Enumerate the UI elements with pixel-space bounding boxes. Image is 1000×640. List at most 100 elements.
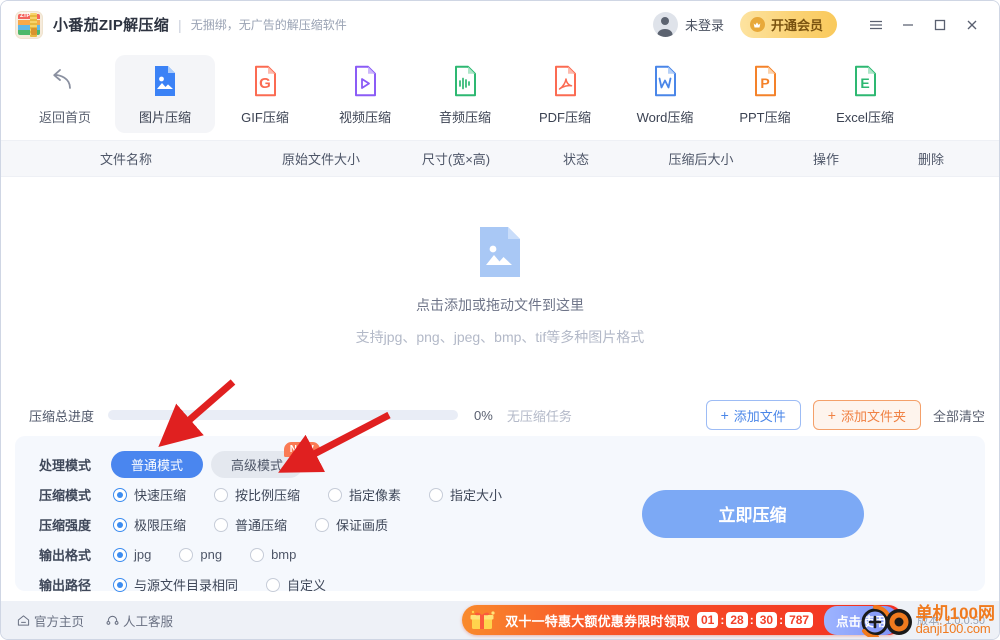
promo-text: 双十一特惠大额优惠券限时领取 (505, 613, 690, 629)
toolbar-label: GIF压缩 (241, 109, 289, 125)
toolbar-item-excel-compress[interactable]: E Excel压缩 (815, 55, 915, 133)
radio-dot (266, 577, 281, 592)
file-table-header: 文件名称 原始文件大小 尺寸(宽×高) 状态 压缩后大小 操作 删除 (1, 141, 999, 177)
progress-status: 无压缩任务 (506, 408, 572, 424)
column-header-operation: 操作 (812, 152, 839, 167)
window-controls (861, 11, 987, 39)
radio-dot (214, 517, 229, 532)
toolbar-item-back-home[interactable]: 返回首页 (15, 55, 115, 133)
setting-label: 压缩模式 (39, 488, 92, 503)
maximize-icon[interactable] (925, 11, 955, 39)
setting-row-output-format: 输出格式 jpg png bmp (39, 540, 520, 569)
option-label: 指定大小 (450, 488, 503, 503)
setting-label: 处理模式 (39, 458, 92, 473)
version-label: 版本: 1.0.0.50 (917, 615, 985, 627)
radio-dot (250, 547, 265, 562)
promo-use-button[interactable]: 点击使用 (824, 605, 899, 635)
radio-dot (113, 577, 127, 592)
output-format-option-png[interactable]: png (179, 547, 222, 562)
compression-mode-option-fast[interactable]: 快速压缩 (113, 485, 186, 504)
countdown-millis: 787 (785, 612, 814, 628)
plus-icon: + (827, 407, 836, 423)
radio-dot (315, 517, 330, 532)
strength-option-quality[interactable]: 保证画质 (315, 515, 388, 534)
minimize-icon[interactable] (893, 11, 923, 39)
toolbar-item-word-compress[interactable]: Word压缩 (615, 55, 715, 133)
toolbar-label: 图片压缩 (138, 109, 191, 125)
menu-icon[interactable] (861, 11, 891, 39)
column-header-filename: 文件名称 (99, 152, 152, 167)
toolbar-item-audio-compress[interactable]: 音频压缩 (415, 55, 515, 133)
dropzone-secondary-text: 支持jpg、png、jpeg、bmp、tif等多种图片格式 (355, 328, 645, 345)
setting-label: 输出格式 (39, 548, 92, 563)
option-label: png (200, 547, 223, 562)
settings-section: 处理模式 普通模式 高级模式 NEW 压缩模式 快速压缩 按比例压缩 指定像素 … (1, 436, 999, 601)
option-label: 自定义 (287, 578, 327, 593)
countdown-separator: : (720, 613, 725, 627)
column-header-delete: 删除 (917, 152, 944, 167)
output-format-option-bmp[interactable]: bmp (250, 547, 296, 562)
option-label: 快速压缩 (134, 488, 187, 503)
processing-mode-advanced-button[interactable]: 高级模式 NEW (211, 442, 321, 478)
svg-text:E: E (860, 75, 869, 91)
toolbar-label: Excel压缩 (836, 109, 894, 125)
compression-mode-option-size[interactable]: 指定大小 (429, 485, 502, 504)
ppt-file-icon: P (747, 63, 783, 99)
close-icon[interactable] (957, 11, 987, 39)
option-label: 指定像素 (349, 488, 402, 503)
option-label: 极限压缩 (134, 518, 187, 533)
add-file-button[interactable]: + 添加文件 (705, 400, 801, 430)
home-icon (17, 614, 30, 627)
toolbar-item-video-compress[interactable]: 视频压缩 (315, 55, 415, 133)
gift-icon (468, 608, 498, 632)
title-divider: | (178, 16, 182, 33)
radio-dot (113, 517, 127, 532)
option-label: 普通压缩 (235, 518, 288, 533)
compression-mode-option-ratio[interactable]: 按比例压缩 (214, 485, 300, 504)
back-arrow-icon (48, 63, 82, 99)
compression-mode-option-pixels[interactable]: 指定像素 (328, 485, 401, 504)
title-bar: ZIP 小番茄ZIP解压缩 | 无捆绑，无广告的解压缩软件 未登录 开通会员 (1, 1, 999, 48)
plus-icon: + (720, 407, 729, 423)
progress-bar (108, 410, 459, 420)
countdown-seconds: 30 (755, 612, 778, 628)
settings-options: 处理模式 普通模式 高级模式 NEW 压缩模式 快速压缩 按比例压缩 指定像素 … (15, 442, 520, 594)
toolbar-item-pdf-compress[interactable]: PDF压缩 (515, 55, 615, 133)
strength-option-normal[interactable]: 普通压缩 (214, 515, 287, 534)
radio-dot (214, 487, 229, 502)
human-support-label: 人工客服 (123, 614, 174, 629)
toolbar-item-ppt-compress[interactable]: P PPT压缩 (715, 55, 815, 133)
output-format-option-jpg[interactable]: jpg (113, 547, 151, 562)
radio-dot (113, 547, 127, 562)
radio-dot (328, 487, 343, 502)
add-folder-button[interactable]: + 添加文件夹 (812, 400, 921, 430)
output-path-option-same[interactable]: 与源文件目录相同 (113, 575, 238, 594)
processing-mode-normal-button[interactable]: 普通模式 (111, 451, 204, 478)
countdown-separator: : (749, 613, 754, 627)
setting-label: 压缩强度 (39, 518, 92, 533)
official-homepage-link[interactable]: 官方主页 (17, 611, 84, 630)
countdown-separator: : (779, 613, 784, 627)
column-header-dimensions: 尺寸(宽×高) (421, 152, 491, 167)
radio-dot (429, 487, 444, 502)
headset-icon (106, 614, 119, 627)
human-support-link[interactable]: 人工客服 (106, 611, 173, 630)
open-vip-button[interactable]: 开通会员 (739, 11, 837, 38)
app-logo-icon: ZIP (15, 10, 43, 39)
strength-option-extreme[interactable]: 极限压缩 (113, 515, 186, 534)
clear-all-button[interactable]: 全部清空 (933, 406, 985, 425)
app-title: 小番茄ZIP解压缩 (53, 17, 170, 34)
audio-file-icon (447, 63, 483, 99)
setting-row-compression-strength: 压缩强度 极限压缩 普通压缩 保证画质 (39, 510, 520, 539)
account-login-button[interactable]: 未登录 (652, 12, 724, 37)
file-dropzone[interactable]: 点击添加或拖动文件到这里 支持jpg、png、jpeg、bmp、tif等多种图片… (1, 177, 999, 394)
promo-banner[interactable]: 双十一特惠大额优惠券限时领取 01 : 28 : 30 : 787 点击使用 (462, 605, 904, 635)
dropzone-primary-text: 点击添加或拖动文件到这里 (416, 296, 584, 313)
output-path-option-custom[interactable]: 自定义 (266, 575, 326, 594)
word-file-icon (647, 63, 683, 99)
compress-now-button[interactable]: 立即压缩 (641, 489, 864, 538)
toolbar-item-gif-compress[interactable]: G GIF压缩 (215, 55, 315, 133)
toolbar-label: Word压缩 (636, 109, 694, 125)
toolbar-item-image-compress[interactable]: 图片压缩 (115, 55, 215, 133)
toolbar-label: 返回首页 (38, 109, 91, 125)
